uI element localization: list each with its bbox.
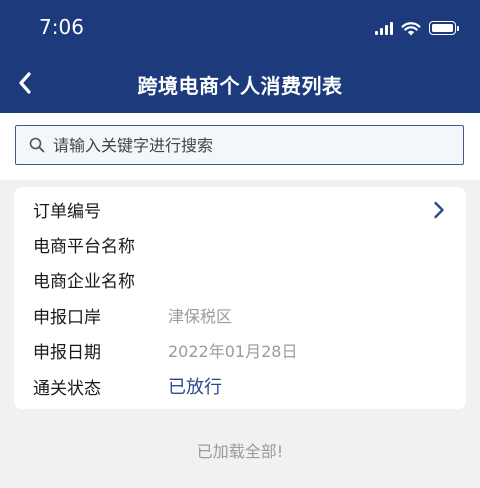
order-row-date: 申报日期 2022年01月28日 xyxy=(33,335,446,365)
search-input[interactable] xyxy=(53,126,463,164)
order-row-platform: 电商平台名称 xyxy=(33,229,446,259)
declare-date-label: 申报日期 xyxy=(33,342,101,363)
order-row-number: 订单编号 xyxy=(33,194,446,224)
search-bar xyxy=(0,113,480,180)
clearance-status-value: 已放行 xyxy=(168,377,222,398)
search-icon xyxy=(29,137,45,153)
platform-name-label: 电商平台名称 xyxy=(33,236,135,257)
battery-icon xyxy=(429,21,459,35)
declare-port-label: 申报口岸 xyxy=(33,307,101,328)
declare-date-value: 2022年01月28日 xyxy=(168,342,298,361)
clearance-status-label: 通关状态 xyxy=(33,378,101,399)
signal-icon xyxy=(375,21,393,35)
chevron-left-icon xyxy=(19,72,31,94)
order-row-port: 申报口岸 津保税区 xyxy=(33,300,446,330)
declare-port-value: 津保税区 xyxy=(168,307,233,326)
app-header: 7:06 跨境电商个人消费列表 xyxy=(0,0,480,113)
back-button[interactable] xyxy=(10,66,40,100)
page-title: 跨境电商个人消费列表 xyxy=(137,74,343,98)
order-row-status: 通关状态 已放行 xyxy=(33,371,446,401)
wifi-icon xyxy=(401,21,421,35)
status-time: 7:06 xyxy=(39,15,84,39)
enterprise-name-label: 电商企业名称 xyxy=(33,271,135,292)
status-icons xyxy=(375,20,459,36)
load-complete-text: 已加载全部! xyxy=(196,442,284,461)
order-row-enterprise: 电商企业名称 xyxy=(33,264,446,294)
order-card[interactable]: 订单编号 电商平台名称 电商企业名称 申报口岸 津保税区 申报日期 2022年0… xyxy=(14,187,466,409)
search-box[interactable] xyxy=(15,125,464,165)
order-number-label: 订单编号 xyxy=(33,201,101,222)
chevron-right-icon[interactable] xyxy=(432,200,446,220)
